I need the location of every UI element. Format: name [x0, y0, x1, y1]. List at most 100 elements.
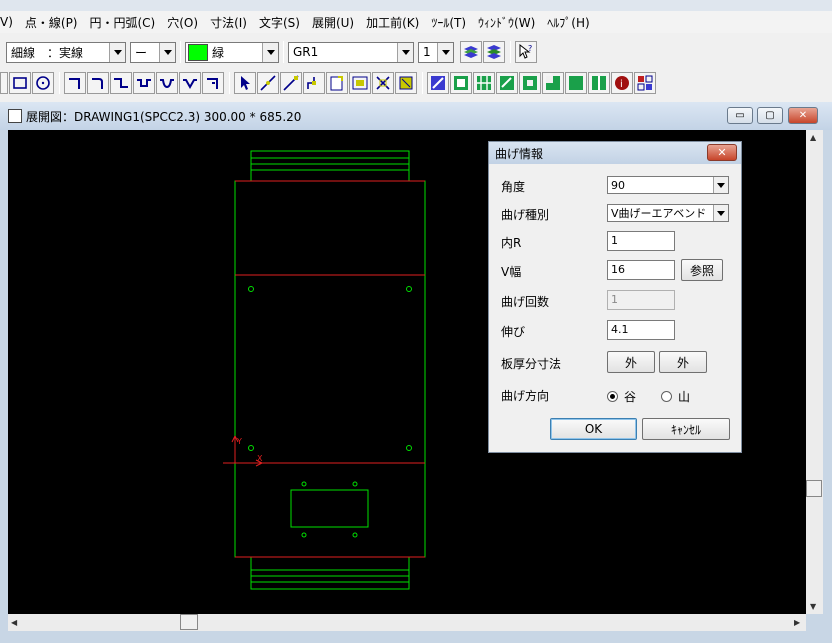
layer-stack-icon[interactable]	[483, 41, 505, 63]
select-arrow-icon[interactable]	[234, 72, 256, 94]
frame-icon[interactable]	[349, 72, 371, 94]
bend-hat-icon[interactable]	[133, 72, 155, 94]
ok-button[interactable]: OK	[550, 418, 637, 440]
info-icon[interactable]: i	[611, 72, 633, 94]
close-button[interactable]: ✕	[788, 107, 818, 124]
angle-row: 角度 90	[489, 175, 743, 197]
bend-hem-icon[interactable]	[202, 72, 224, 94]
settings-grid-icon[interactable]	[634, 72, 656, 94]
bend-r-icon[interactable]	[87, 72, 109, 94]
solid-block-icon[interactable]	[565, 72, 587, 94]
circle-tool-icon[interactable]	[32, 72, 54, 94]
horizontal-scroll-thumb[interactable]	[180, 614, 198, 630]
top-flange-sides	[250, 170, 410, 181]
direction-mountain-radio[interactable]: 山	[661, 388, 690, 405]
bend-z-icon[interactable]	[110, 72, 132, 94]
line-type-combo[interactable]: 細線 ：実線	[6, 41, 126, 63]
chevron-down-icon[interactable]	[713, 205, 728, 221]
vertical-scrollbar[interactable]: ▲ ▼	[806, 130, 823, 614]
rectangle-tool-icon[interactable]	[9, 72, 31, 94]
bottom-flange-1	[250, 569, 410, 577]
chevron-down-icon[interactable]	[159, 42, 175, 62]
drawing-toolbar: i	[0, 68, 832, 98]
direction-row: 曲げ方向 谷 山	[489, 384, 743, 406]
minimize-button[interactable]: ▭	[727, 107, 753, 124]
inner-r-label: 内R	[501, 236, 522, 250]
view-3d-icon[interactable]	[427, 72, 449, 94]
corner-cut-icon[interactable]	[542, 72, 564, 94]
bend-type-combo[interactable]: V曲げーエアベンド	[607, 204, 729, 222]
color-combo[interactable]: 緑	[185, 41, 279, 63]
group-select-icon[interactable]	[395, 72, 417, 94]
cross-select-icon[interactable]	[372, 72, 394, 94]
line-type-value: 細線 ：実線	[11, 45, 84, 60]
notch-icon[interactable]	[519, 72, 541, 94]
elongation-label: 伸び	[501, 325, 526, 339]
thickness-dim-label: 板厚分寸法	[501, 357, 562, 371]
chevron-down-icon[interactable]	[713, 177, 728, 193]
hole	[406, 445, 412, 451]
menu-window[interactable]: ｳｨﾝﾄﾞｳ(W)	[472, 14, 541, 31]
direction-valley-radio[interactable]: 谷	[607, 388, 636, 405]
v-width-input[interactable]: 16	[607, 260, 675, 280]
line-end-icon[interactable]	[280, 72, 302, 94]
bend-v-icon[interactable]	[179, 72, 201, 94]
menu-unfold[interactable]: 展開(U)	[306, 14, 360, 31]
scroll-right-icon[interactable]: ▶	[794, 618, 800, 627]
property-toolbar: 細線 ：実線 ー 緑 GR1 1 ?	[0, 37, 832, 67]
scroll-left-icon[interactable]: ◀	[11, 618, 17, 627]
angle-combo[interactable]: 90	[607, 176, 729, 194]
thickness-outer-button-2[interactable]: 外	[659, 351, 707, 373]
hole	[406, 286, 412, 292]
number-combo[interactable]: 1	[418, 41, 454, 63]
line-pick-icon[interactable]	[257, 72, 279, 94]
thickness-outer-button-1[interactable]: 外	[607, 351, 655, 373]
menu-circle-arc[interactable]: 円・円弧(C)	[84, 14, 162, 31]
page-edit-icon[interactable]	[326, 72, 348, 94]
dialog-titlebar[interactable]: 曲げ情報 ✕	[489, 142, 741, 164]
top-flange-3	[250, 163, 410, 171]
horizontal-scrollbar[interactable]: ◀ ▶	[8, 614, 806, 631]
app-window: V) 点・線(P) 円・円弧(C) 穴(O) 寸法(I) 文字(S) 展開(U)…	[0, 0, 832, 643]
reference-button[interactable]: 参照	[681, 259, 723, 281]
arc-tool-icon[interactable]	[0, 72, 8, 94]
menu-help[interactable]: ﾍﾙﾌﾟ(H)	[541, 14, 595, 31]
menu-text[interactable]: 文字(S)	[253, 14, 306, 31]
color-swatch	[188, 43, 208, 61]
drawing-window-titlebar[interactable]: 展開図：DRAWING1(SPCC2.3) 300.00 * 685.20 ▭ …	[0, 102, 832, 130]
scroll-down-icon[interactable]: ▼	[810, 602, 816, 611]
toolbar-separator	[229, 72, 230, 94]
bend-l-icon[interactable]	[64, 72, 86, 94]
unfold-grid-icon[interactable]	[473, 72, 495, 94]
flange-icon[interactable]	[450, 72, 472, 94]
dialog-title: 曲げ情報	[495, 146, 544, 161]
hole	[248, 445, 254, 451]
corner-pick-icon[interactable]	[303, 72, 325, 94]
restore-button[interactable]: ▢	[757, 107, 783, 124]
layer-icon[interactable]	[460, 41, 482, 63]
menu-hole[interactable]: 穴(O)	[161, 14, 204, 31]
chevron-down-icon[interactable]	[109, 42, 125, 62]
scroll-up-icon[interactable]: ▲	[810, 133, 816, 142]
chevron-down-icon[interactable]	[437, 42, 453, 62]
fold-edit-icon[interactable]	[496, 72, 518, 94]
menu-view[interactable]: V)	[0, 15, 19, 29]
menu-point-line[interactable]: 点・線(P)	[19, 14, 84, 31]
vertical-scroll-thumb[interactable]	[806, 480, 822, 497]
relief-icon[interactable]	[588, 72, 610, 94]
chevron-down-icon[interactable]	[397, 42, 413, 62]
menu-tools[interactable]: ﾂｰﾙ(T)	[425, 14, 472, 31]
chevron-down-icon[interactable]	[262, 42, 278, 62]
toolbar-separator	[180, 41, 181, 63]
line-style-combo[interactable]: ー	[130, 41, 176, 63]
inner-r-input[interactable]: 1	[607, 231, 675, 251]
menu-preprocess[interactable]: 加工前(K)	[360, 14, 425, 31]
group-combo[interactable]: GR1	[288, 41, 414, 63]
elongation-input[interactable]: 4.1	[607, 320, 675, 340]
help-pointer-icon[interactable]: ?	[515, 41, 537, 63]
bend-u-icon[interactable]	[156, 72, 178, 94]
dialog-close-button[interactable]: ✕	[707, 144, 737, 161]
cancel-button[interactable]: ｷｬﾝｾﾙ	[642, 418, 730, 440]
document-icon	[8, 109, 22, 123]
menu-dimension[interactable]: 寸法(I)	[204, 14, 253, 31]
